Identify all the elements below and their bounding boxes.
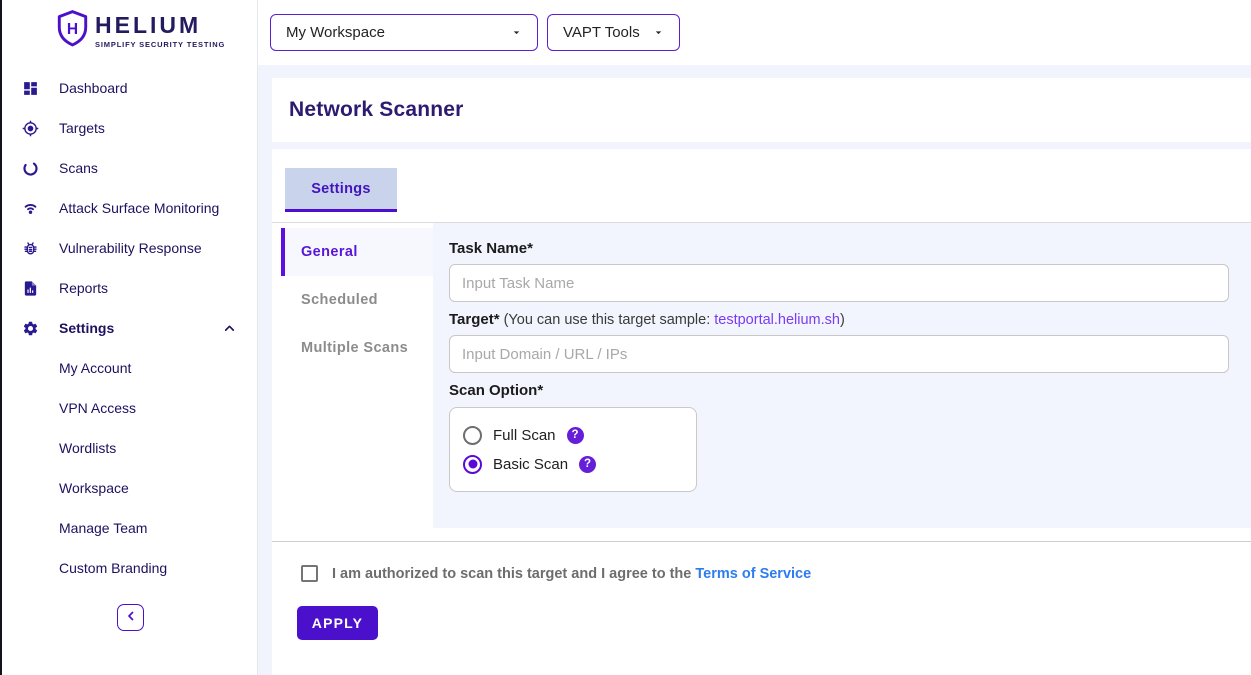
vapt-tools-dropdown[interactable]: VAPT Tools [547,14,680,51]
sidebar-item-vulnerability-response[interactable]: Vulnerability Response [2,228,257,268]
tab-bar: Settings [272,149,1251,212]
brand-tagline: SIMPLIFY SECURITY TESTING [95,40,225,49]
authorization-row: I am authorized to scan this target and … [301,565,1251,582]
logo-text: HELIUM SIMPLIFY SECURITY TESTING [95,14,225,49]
sidebar-item-label: Scans [59,160,98,176]
subnav-item-scheduled[interactable]: Scheduled [281,276,433,324]
target-input[interactable] [449,335,1229,373]
subitem-label: Wordlists [59,440,116,456]
target-hint: (You can use this target sample: testpor… [500,312,845,328]
helium-logo[interactable]: H HELIUM SIMPLIFY SECURITY TESTING [2,0,257,53]
svg-text:H: H [67,21,78,38]
authorization-checkbox[interactable] [301,565,318,582]
brand-name: HELIUM [95,14,225,37]
wifi-icon [22,200,39,217]
subitem-label: Custom Branding [59,560,167,576]
caret-down-icon [653,27,664,38]
chevron-up-icon[interactable] [223,322,236,335]
radio-selected-icon[interactable] [463,455,482,474]
subnav-item-multiple-scans[interactable]: Multiple Scans [281,324,433,372]
target-hint-prefix: (You can use this target sample: [500,312,715,328]
app-window: H HELIUM SIMPLIFY SECURITY TESTING Dashb… [0,0,1251,675]
sidebar-subitem-vpn-access[interactable]: VPN Access [2,388,257,428]
sidebar-item-label: Reports [59,280,108,296]
sidebar-subitem-wordlists[interactable]: Wordlists [2,428,257,468]
task-name-input[interactable] [449,264,1229,302]
sidebar-subitem-my-account[interactable]: My Account [2,348,257,388]
gear-icon [22,320,39,337]
radio-option-full-scan[interactable]: Full Scan ? [463,422,696,448]
sidebar: H HELIUM SIMPLIFY SECURITY TESTING Dashb… [2,0,258,675]
terms-of-service-link[interactable]: Terms of Service [695,566,811,582]
sidebar-item-targets[interactable]: Targets [2,108,257,148]
dashboard-icon [22,80,39,97]
radio-unselected-icon[interactable] [463,426,482,445]
target-label: Target* (You can use this target sample:… [449,311,1229,328]
sidebar-subitem-manage-team[interactable]: Manage Team [2,508,257,548]
subitem-label: Manage Team [59,520,147,536]
help-icon[interactable]: ? [579,456,596,473]
main-content: My Workspace VAPT Tools Network Scanner … [258,0,1251,675]
target-hint-suffix: ) [840,312,845,328]
help-icon[interactable]: ? [567,427,584,444]
form-divider [272,541,1251,542]
scan-option-group: Full Scan ? Basic Scan ? [449,407,697,492]
target-icon [22,120,39,137]
sidebar-item-reports[interactable]: Reports [2,268,257,308]
target-sample-link[interactable]: testportal.helium.sh [714,312,840,328]
workspace-dropdown[interactable]: My Workspace [270,14,538,51]
report-icon [22,280,39,297]
radio-option-basic-scan[interactable]: Basic Scan ? [463,451,696,477]
scan-form: Task Name* Target* (You can use this tar… [433,223,1251,528]
scanner-card: Settings General Scheduled Multiple Scan… [272,149,1251,675]
subitem-label: VPN Access [59,400,136,416]
sidebar-subitem-workspace[interactable]: Workspace [2,468,257,508]
radio-label: Full Scan [493,427,556,444]
page-title: Network Scanner [289,98,464,122]
target-label-text: Target* [449,311,500,328]
chevron-left-icon [125,609,137,627]
sidebar-collapse-button[interactable] [117,604,144,631]
scan-option-label: Scan Option* [449,382,1229,399]
sidebar-item-label: Vulnerability Response [59,240,202,256]
sidebar-nav: Dashboard Targets Scans Attack Surface M… [2,68,257,588]
page-title-card: Network Scanner [272,78,1251,142]
sidebar-item-dashboard[interactable]: Dashboard [2,68,257,108]
authorization-text: I am authorized to scan this target and … [332,566,811,582]
sidebar-item-settings[interactable]: Settings [2,308,257,348]
subitem-label: Workspace [59,480,129,496]
topbar: My Workspace VAPT Tools [258,0,1251,65]
subitem-label: My Account [59,360,131,376]
shield-logo-icon: H [57,9,88,53]
sidebar-item-label: Targets [59,120,105,136]
settings-panel: General Scheduled Multiple Scans Task Na… [272,223,1251,528]
apply-button[interactable]: APPLY [297,606,378,640]
settings-subnav: General Scheduled Multiple Scans [281,223,433,528]
sidebar-item-scans[interactable]: Scans [2,148,257,188]
subnav-item-general[interactable]: General [281,228,433,276]
sidebar-item-label: Attack Surface Monitoring [59,200,219,216]
radio-label: Basic Scan [493,456,568,473]
task-name-label: Task Name* [449,240,1229,257]
tab-settings[interactable]: Settings [285,168,397,212]
page: Network Scanner Settings General Schedul… [258,65,1251,675]
scan-icon [22,160,39,177]
sidebar-subitem-custom-branding[interactable]: Custom Branding [2,548,257,588]
sidebar-item-label: Dashboard [59,80,128,96]
caret-down-icon [511,27,522,38]
authorization-text-body: I am authorized to scan this target and … [332,566,695,582]
sidebar-item-attack-surface-monitoring[interactable]: Attack Surface Monitoring [2,188,257,228]
workspace-dropdown-value: My Workspace [286,24,385,41]
vapt-tools-dropdown-value: VAPT Tools [563,24,640,41]
sidebar-item-label: Settings [59,320,114,336]
bug-icon [22,240,39,257]
